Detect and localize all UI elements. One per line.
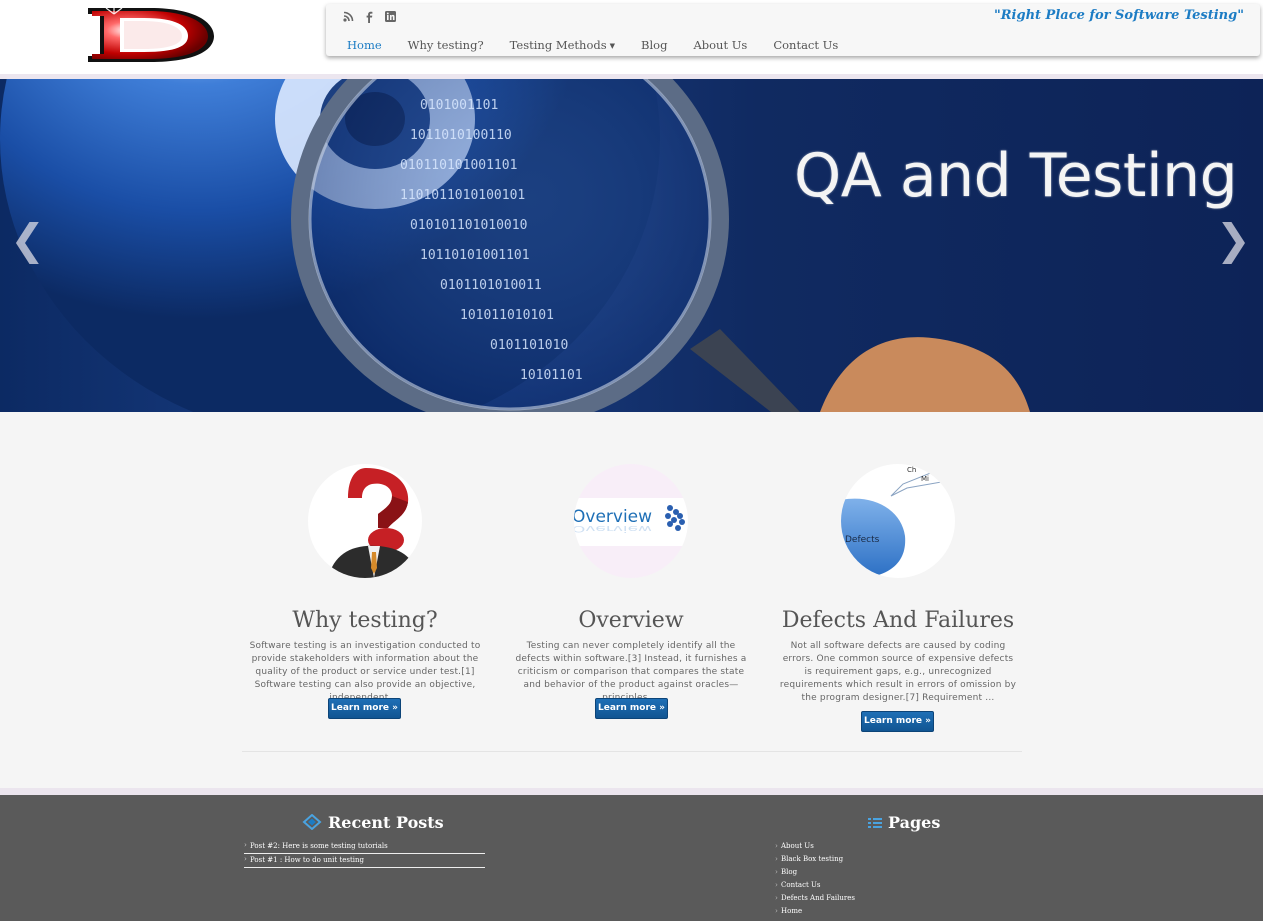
page-link-blog[interactable]: Blog [775, 866, 855, 879]
feature-title: Defects And Failures [781, 608, 1015, 633]
question-image[interactable] [308, 464, 422, 578]
list-icon [868, 814, 882, 833]
site-footer: Recent Posts Post #2: Here is some testi… [0, 795, 1263, 921]
site-header: "Right Place for Software Testing" Home … [0, 0, 1263, 74]
feature-title: Overview [578, 608, 684, 633]
facebook-icon[interactable] [363, 11, 375, 23]
svg-text:10101101: 10101101 [520, 368, 583, 383]
defects-image[interactable]: Defects Ch Mi [841, 464, 955, 578]
slider-next-icon[interactable]: ❯ [1216, 215, 1251, 264]
hero-image: 0101001101 1011010100110 010110101001101… [0, 79, 1030, 412]
svg-text:0101101010: 0101101010 [490, 338, 568, 353]
svg-text:0101101010011: 0101101010011 [440, 278, 542, 293]
site-logo[interactable] [80, 4, 216, 66]
learn-more-button[interactable]: Learn more » [595, 698, 668, 719]
page-link-contact-us[interactable]: Contact Us [775, 879, 855, 892]
nav-item-label: Testing Methods [509, 38, 607, 52]
nav-item-contact-us[interactable]: Contact Us [760, 38, 851, 52]
svg-text:1101011010100101: 1101011010100101 [400, 188, 525, 203]
features-section: Why testing? Software testing is an inve… [0, 412, 1263, 788]
post-link[interactable]: Post #2: Here is some testing tutorials [244, 840, 485, 854]
site-tagline: "Right Place for Software Testing" [993, 8, 1244, 23]
social-links [342, 11, 396, 23]
linkedin-icon[interactable] [384, 11, 396, 23]
pages-heading: Pages [868, 813, 940, 833]
recent-posts-icon [302, 813, 322, 834]
svg-text:1011010100110: 1011010100110 [410, 128, 512, 143]
page-link-black-box-testing[interactable]: Black Box testing [775, 853, 855, 866]
page-link-about-us[interactable]: About Us [775, 840, 855, 853]
learn-more-button[interactable]: Learn more » [328, 698, 401, 719]
svg-text:10110101001101: 10110101001101 [420, 248, 530, 263]
slider-prev-icon[interactable]: ❮ [10, 215, 45, 264]
nav-item-blog[interactable]: Blog [628, 38, 680, 52]
section-divider [242, 751, 1022, 752]
feature-text: Not all software defects are caused by c… [779, 641, 1017, 703]
svg-text:010101101010010: 010101101010010 [410, 218, 527, 233]
post-link[interactable]: Post #1 : How to do unit testing [244, 854, 485, 868]
pages-title: Pages [888, 813, 941, 832]
learn-more-button[interactable]: Learn more » [861, 711, 934, 732]
defects-image-text: Defects [845, 535, 880, 545]
overview-image[interactable]: Overview Overview [574, 464, 688, 578]
recent-posts-list: Post #2: Here is some testing tutorials … [244, 840, 485, 868]
svg-text:0101001101: 0101001101 [420, 98, 498, 113]
nav-item-about-us[interactable]: About Us [680, 38, 760, 52]
feature-title: Why testing? [292, 608, 438, 633]
hero-slider: 0101001101 1011010100110 010110101001101… [0, 79, 1263, 412]
rss-icon[interactable] [342, 11, 354, 23]
slide-title: QA and Testing [794, 141, 1238, 211]
page-link-home[interactable]: Home [775, 905, 855, 918]
svg-text:Mi: Mi [921, 475, 929, 483]
svg-text:Ch: Ch [907, 466, 916, 474]
nav-item-testing-methods[interactable]: Testing Methods ▼ [497, 38, 628, 52]
svg-text:Overview: Overview [574, 523, 652, 532]
main-nav: Home Why testing? Testing Methods ▼ Blog … [334, 38, 851, 52]
recent-posts-heading: Recent Posts [302, 813, 444, 834]
feature-text: Testing can never completely identify al… [515, 641, 747, 703]
nav-bar: "Right Place for Software Testing" Home … [326, 4, 1260, 56]
pages-list: About Us Black Box testing Blog Contact … [775, 840, 855, 918]
recent-posts-title: Recent Posts [328, 813, 444, 832]
page-link-defects-and-failures[interactable]: Defects And Failures [775, 892, 855, 905]
svg-text:010110101001101: 010110101001101 [400, 158, 517, 173]
nav-item-home[interactable]: Home [334, 38, 395, 52]
svg-text:101011010101: 101011010101 [460, 308, 554, 323]
footer-divider [0, 788, 1263, 795]
caret-down-icon: ▼ [609, 42, 616, 50]
feature-text: Software testing is an investigation con… [249, 641, 481, 703]
nav-item-why-testing[interactable]: Why testing? [395, 38, 497, 52]
